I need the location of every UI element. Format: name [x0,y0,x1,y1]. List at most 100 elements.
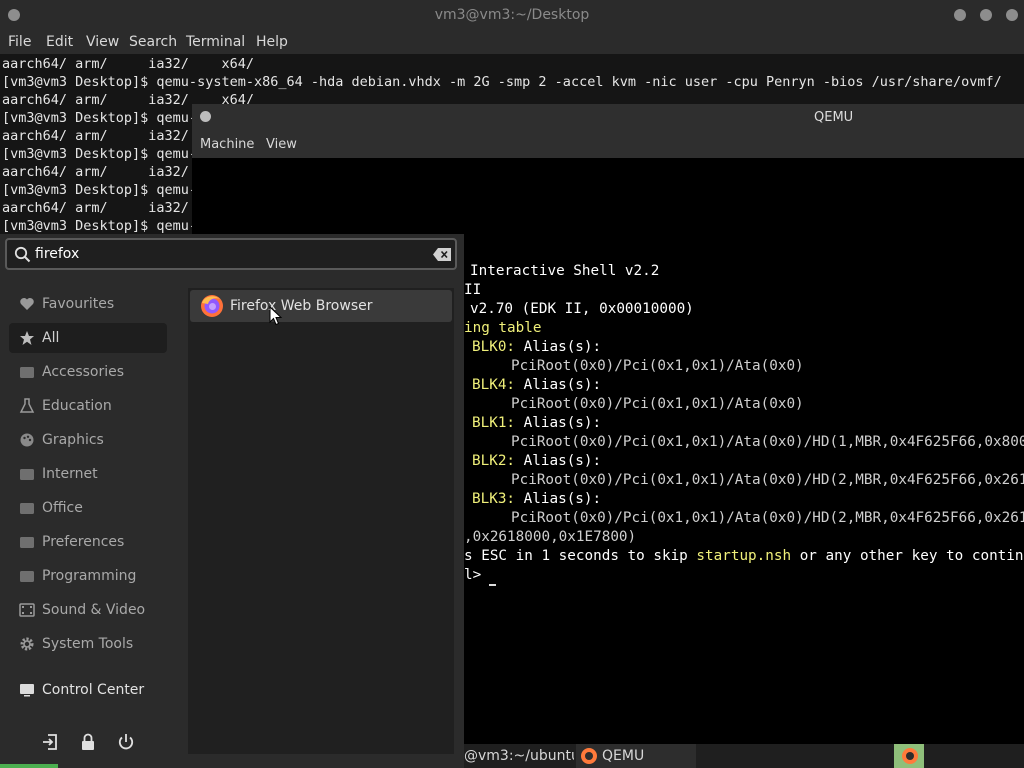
search-field[interactable] [5,238,457,270]
category-programming[interactable]: Programming [9,561,167,591]
category-education[interactable]: Education [9,391,167,421]
qemu-titlebar[interactable]: QEMU [192,104,1024,131]
taskbar-label: QEMU [602,748,645,764]
menu-edit[interactable]: Edit [46,30,73,54]
workspace-indicator[interactable] [894,744,924,768]
terminal-line: [vm3@vm3 Desktop]$ qemu- [2,182,198,198]
menu-machine[interactable]: Machine [200,131,254,158]
qemu-app-icon [581,748,597,764]
qemu-menubar: Machine View [192,131,1024,158]
category-label: Graphics [42,432,104,448]
terminal-titlebar[interactable]: vm3@vm3:~/Desktop [0,0,1024,30]
category-label: Favourites [42,296,115,312]
category-label: Programming [42,568,137,584]
device-name: BLK4: [472,377,516,393]
terminal-line: aarch64/ arm/ ia32/ [2,164,189,180]
clear-search-icon[interactable] [433,248,451,261]
palette-icon [20,433,34,447]
device-name: BLK3: [472,491,516,507]
uefi-shell-title: Interactive Shell v2.2 [470,263,660,279]
uefi-line: v2.70 (EDK II, 0x00010000) [470,301,694,317]
media-icon [19,603,35,617]
device-path: PciRoot(0x0)/Pci(0x1,0x1)/Ata(0x0) [511,396,804,412]
menu-view[interactable]: View [266,131,297,158]
taskbar-terminal[interactable]: @vm3:~/ubuntu... [464,744,574,768]
category-label: All [42,330,60,346]
category-favourites[interactable]: Favourites [9,289,167,319]
device-alias: Alias(s): [515,415,602,431]
close-icon[interactable] [1006,9,1018,21]
device-path: PciRoot(0x0)/Pci(0x1,0x1)/Ata(0x0) [511,358,804,374]
window-menu-icon[interactable] [200,111,211,122]
device-alias: Alias(s): [515,453,602,469]
menu-terminal[interactable]: Terminal [186,30,245,54]
result-firefox[interactable]: Firefox Web Browser [190,290,452,322]
flask-icon [19,398,35,413]
terminal-menubar: File Edit View Search Terminal Help [0,30,1024,54]
result-label: Firefox Web Browser [230,298,373,314]
window-menu-icon[interactable] [8,9,20,21]
folder-icon [20,503,34,514]
category-all[interactable]: All [9,323,167,353]
device-alias: Alias(s): [515,491,602,507]
qemu-title: QEMU [814,110,854,125]
taskbar-qemu[interactable]: QEMU [576,744,696,768]
folder-icon [20,537,34,548]
device-alias: Alias(s): [515,339,602,355]
star-icon [20,331,34,345]
control-center-link[interactable]: Control Center [9,675,167,705]
device-alias: Alias(s): [515,377,602,393]
category-label: Education [42,398,112,414]
terminal-line: aarch64/ arm/ ia32/ [2,128,189,144]
folder-icon [20,367,34,378]
category-internet[interactable]: Internet [9,459,167,489]
category-label: Internet [42,466,98,482]
lock-icon[interactable] [78,732,98,752]
application-menu: Favourites All Accessories Education Gra… [0,234,464,768]
folder-icon [20,571,34,582]
maximize-icon[interactable] [980,9,992,21]
uefi-mapping-table: ing table [464,320,542,336]
minimize-icon[interactable] [954,9,966,21]
menu-search[interactable]: Search [129,30,177,54]
logout-icon[interactable] [40,732,60,752]
category-graphics[interactable]: Graphics [9,425,167,455]
category-accessories[interactable]: Accessories [9,357,167,387]
device-entry: BLK3: Alias(s): [472,490,601,509]
category-system-tools[interactable]: System Tools [9,629,167,659]
search-results: Firefox Web Browser [188,288,454,754]
device-name: BLK1: [472,415,516,431]
terminal-line: aarch64/ arm/ ia32/ x64/ [2,56,254,72]
device-name: BLK2: [472,453,516,469]
search-input[interactable] [35,244,425,264]
power-icon[interactable] [116,732,136,752]
panel-accent-line [0,764,58,768]
menu-help[interactable]: Help [256,30,288,54]
uefi-line: ,0x2618000,0x1E7800) [464,529,637,545]
category-label: System Tools [42,636,134,652]
category-office[interactable]: Office [9,493,167,523]
category-label: Office [42,500,83,516]
firefox-icon [201,295,223,317]
startup-script-name: startup.nsh [696,548,792,564]
folder-icon [20,469,34,480]
device-path: PciRoot(0x0)/Pci(0x1,0x1)/Ata(0x0)/HD(1,… [511,434,1024,450]
menu-file[interactable]: File [8,30,31,54]
device-entry: BLK4: Alias(s): [472,376,601,395]
countdown-text-end: or any other key to continue. [791,548,1024,564]
category-preferences[interactable]: Preferences [9,527,167,557]
terminal-line: [vm3@vm3 Desktop]$ qemu- [2,218,198,234]
heart-icon [20,298,34,310]
device-path: PciRoot(0x0)/Pci(0x1,0x1)/Ata(0x0)/HD(2,… [511,472,1024,488]
terminal-title: vm3@vm3:~/Desktop [434,7,590,23]
terminal-line: [vm3@vm3 Desktop]$ qemu-system-x86_64 -h… [2,74,1002,90]
terminal-line: [vm3@vm3 Desktop]$ qemu- [2,110,198,126]
uefi-line: II [464,282,482,298]
text-cursor [489,584,496,586]
category-sound-video[interactable]: Sound & Video [9,595,167,625]
gear-icon [20,637,34,651]
monitor-icon [20,684,34,697]
device-entry: BLK1: Alias(s): [472,414,601,433]
menu-view[interactable]: View [86,30,119,54]
terminal-line: [vm3@vm3 Desktop]$ qemu- [2,146,198,162]
